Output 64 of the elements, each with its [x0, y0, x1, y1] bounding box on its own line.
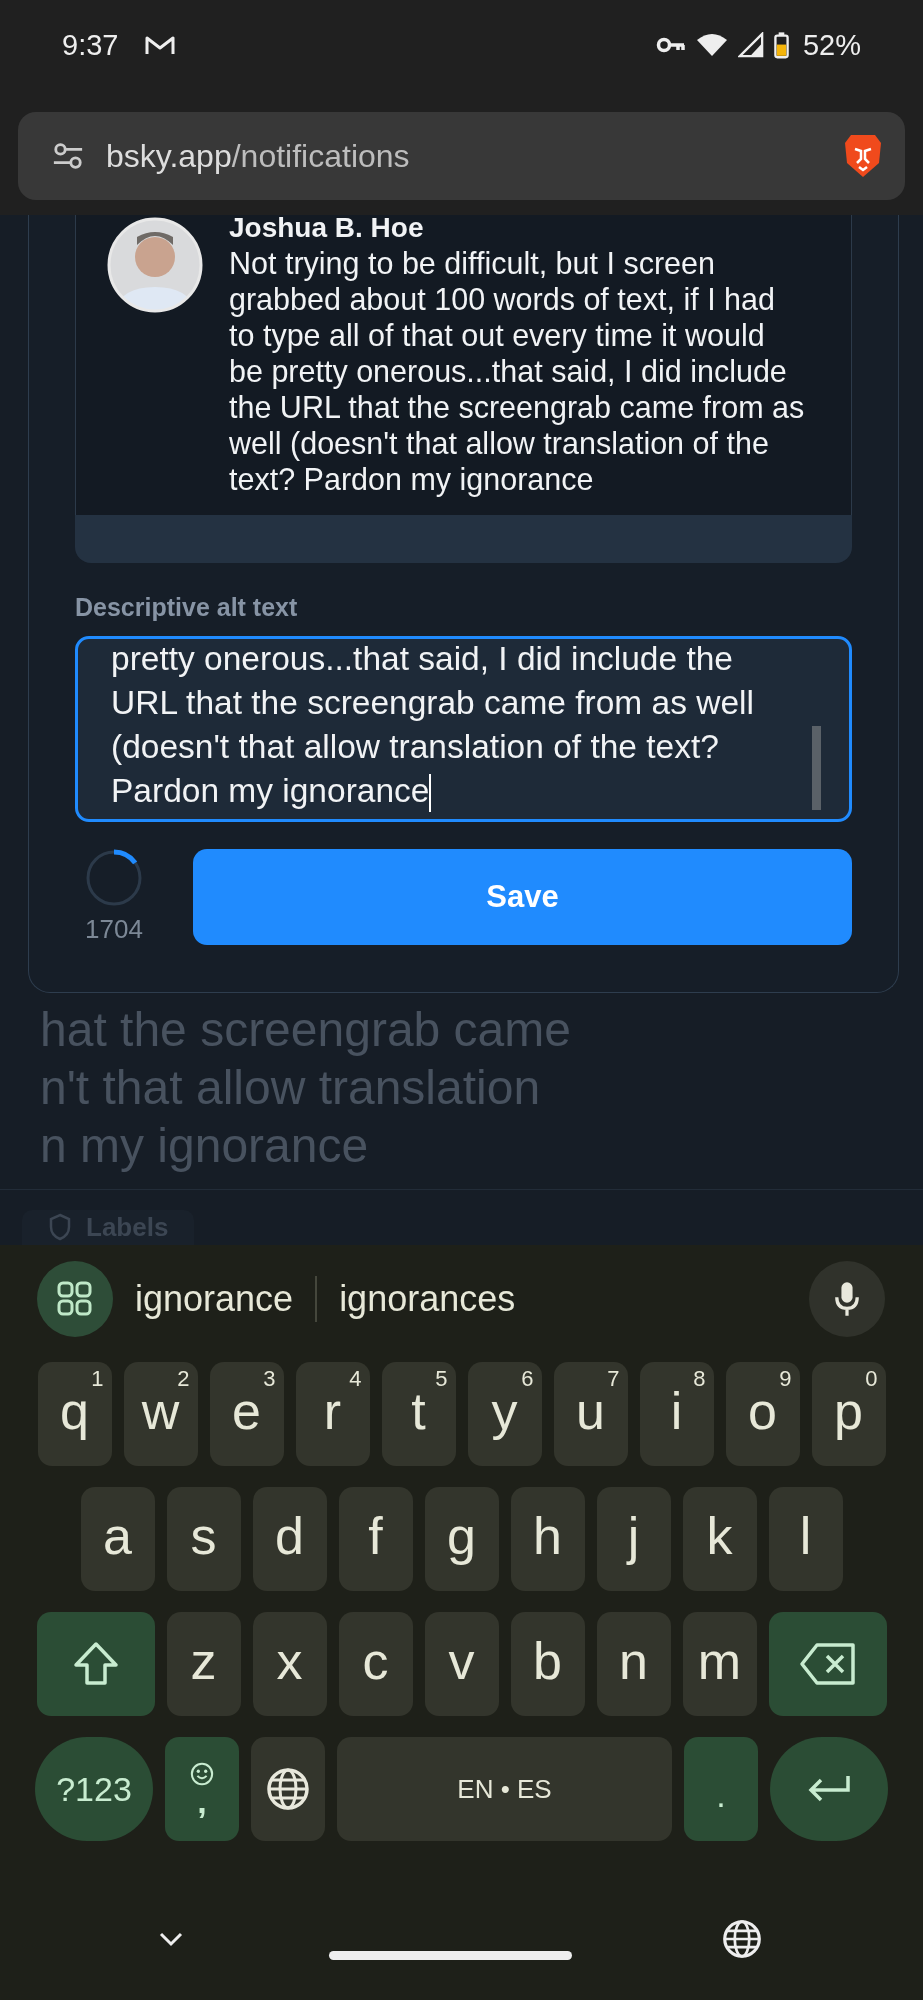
letter-key[interactable]: l	[768, 1487, 843, 1591]
letter-key[interactable]: t $^{5}$	[381, 1362, 456, 1466]
letter-key[interactable]: v	[424, 1612, 499, 1716]
letter-key[interactable]: k	[682, 1487, 757, 1591]
letter-key[interactable]: m	[682, 1612, 757, 1716]
globe-icon	[266, 1767, 310, 1811]
letter-key[interactable]: o $^{9}$	[725, 1362, 800, 1466]
progress-ring	[84, 848, 144, 908]
letter-key[interactable]: h	[510, 1487, 585, 1591]
battery-icon	[773, 31, 789, 59]
letter-key[interactable]: j	[596, 1487, 671, 1591]
shift-key[interactable]	[36, 1612, 155, 1716]
letter-key[interactable]: u $^{7}$	[553, 1362, 628, 1466]
key-icon	[655, 37, 686, 53]
field-label: Descriptive alt text	[75, 593, 299, 622]
post-text-line: hat the screengrab came	[40, 1002, 572, 1058]
letter-key[interactable]: w $^{2}$	[123, 1362, 198, 1466]
letter-key[interactable]: f	[338, 1487, 413, 1591]
microphone-icon	[834, 1280, 860, 1318]
symbols-key[interactable]: ?123	[35, 1737, 153, 1841]
site-settings-icon[interactable]	[52, 140, 84, 172]
wifi-icon	[695, 33, 728, 57]
post-text-line: n't that allow translation	[40, 1060, 542, 1116]
letter-key[interactable]: i $^{8}$	[639, 1362, 714, 1466]
grid-icon	[57, 1281, 93, 1317]
alt-text-field[interactable]: pretty onerous...that said, I did include the URL that the screengrab came from as well (doesn't that allow translation of the text? Pardon my ignorance	[75, 636, 852, 822]
suggestion[interactable]: ignorances	[339, 1278, 516, 1320]
letter-key[interactable]: c	[338, 1612, 413, 1716]
address-bar[interactable]: bsky.app/notifications	[18, 112, 905, 200]
space-key[interactable]: EN • ES	[337, 1737, 672, 1841]
url-host: bsky.app	[106, 137, 232, 175]
character-count: 1704	[85, 914, 143, 945]
shield-icon	[48, 1213, 72, 1242]
letter-key[interactable]: z	[166, 1612, 241, 1716]
globe-icon[interactable]	[722, 1918, 762, 1959]
letter-key[interactable]: x	[252, 1612, 327, 1716]
suggestion[interactable]: ignorance	[135, 1278, 294, 1320]
backspace-icon	[798, 1641, 857, 1687]
battery-percent: 52%	[802, 28, 861, 62]
letter-key[interactable]: r $^{4}$	[295, 1362, 370, 1466]
letter-key[interactable]: s	[166, 1487, 241, 1591]
clock-time: 9:37	[62, 28, 119, 62]
url-path: /notifications	[231, 137, 410, 175]
letter-key[interactable]: a	[80, 1487, 155, 1591]
post-text-line: n my ignorance	[40, 1118, 370, 1174]
letter-key[interactable]: p $^{0}$	[811, 1362, 886, 1466]
emoji-comma-key[interactable]: ,	[165, 1737, 239, 1841]
letter-key[interactable]: b	[510, 1612, 585, 1716]
signal-icon	[737, 32, 764, 58]
language-key[interactable]	[251, 1737, 325, 1841]
backspace-key[interactable]	[768, 1612, 887, 1716]
letter-key[interactable]: n	[596, 1612, 671, 1716]
smiley-icon	[190, 1762, 214, 1786]
letter-key[interactable]: d	[252, 1487, 327, 1591]
letter-key[interactable]: e $^{3}$	[209, 1362, 284, 1466]
browser-logo-icon[interactable]	[843, 133, 883, 179]
hide-keyboard-icon[interactable]	[158, 1930, 184, 1947]
enter-icon	[806, 1774, 852, 1804]
period-key[interactable]: .	[684, 1737, 758, 1841]
author-name: Joshua B. Hoe	[229, 213, 425, 243]
post-text: Not trying to be difficult, but I screen grabbed about 100 words of text, if I had to type all of that out every time it would be pretty onerous...that said, I did include the URL that the screengrab came from as well (doesn't that allow translation of the text? Pardon my ignorance	[229, 245, 806, 497]
letter-key[interactable]: q $^{1}$	[37, 1362, 112, 1466]
letter-key[interactable]: g	[424, 1487, 499, 1591]
letter-key[interactable]: y $^{6}$	[467, 1362, 542, 1466]
